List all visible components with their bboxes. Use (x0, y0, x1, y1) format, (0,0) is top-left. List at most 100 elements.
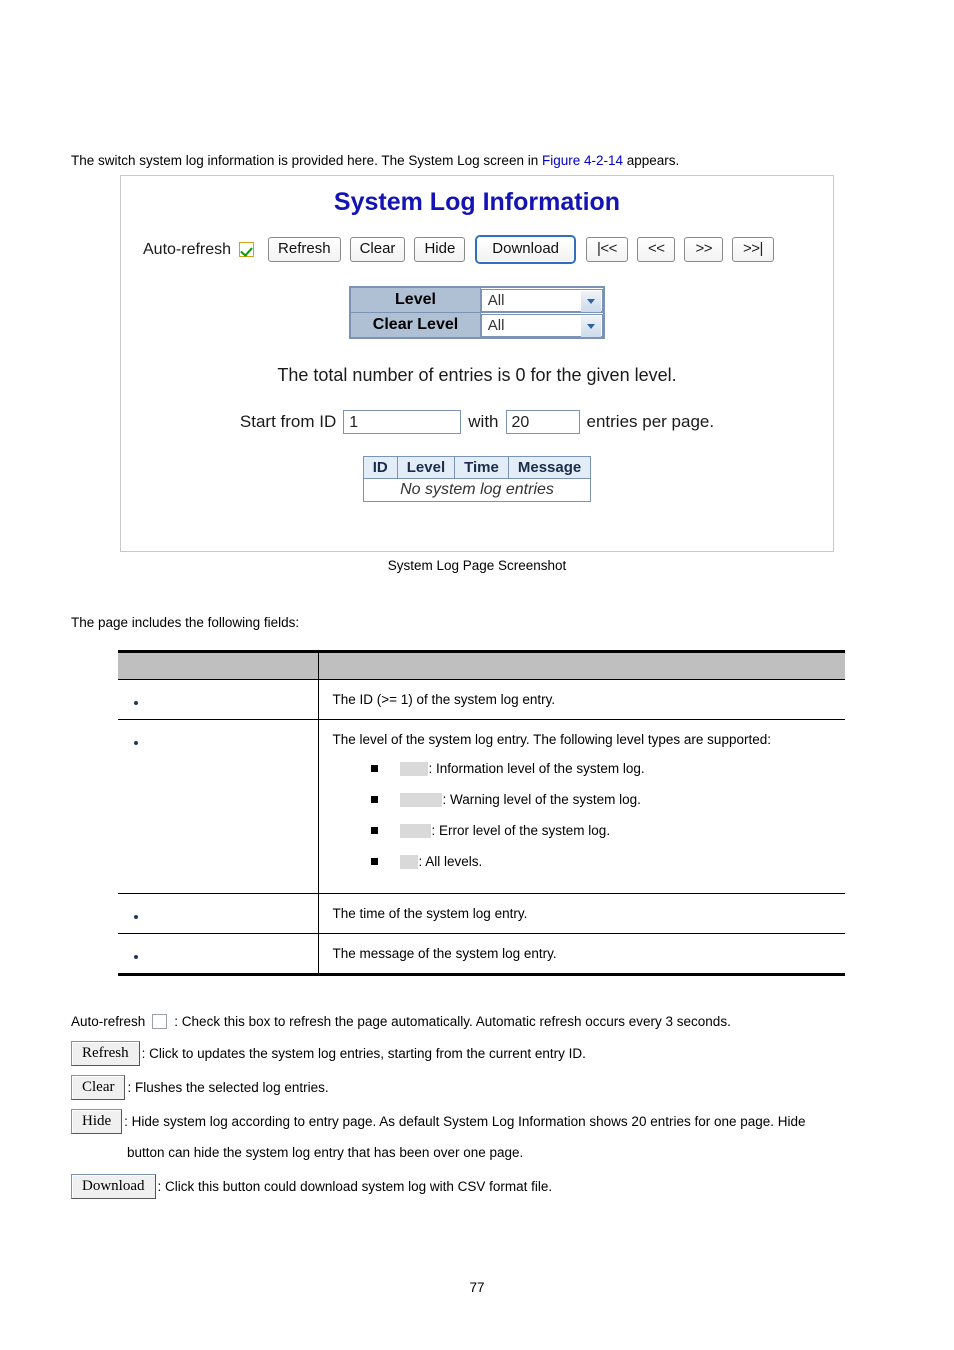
nav-prev-button[interactable]: << (636, 237, 676, 262)
level-badge-placeholder (399, 823, 431, 838)
level-select[interactable]: All (480, 288, 603, 312)
field-desc-id: The ID (>= 1) of the system log entry. (318, 679, 845, 720)
intro-text-after: appears. (623, 153, 680, 168)
figure-title: System Log Information (333, 188, 621, 216)
document-page: The switch system log information is pro… (0, 0, 954, 1350)
auto-refresh-description-row: Auto-refresh : Check this box to refresh… (71, 1012, 891, 1031)
level-types-list: : Information level of the system log. :… (333, 759, 838, 871)
nav-first-button[interactable]: |<< (586, 237, 628, 262)
intro-text-before: The switch system log information is pro… (71, 153, 542, 168)
level-item-text: : Information level of the system log. (428, 761, 645, 776)
field-desc-level: The level of the system log entry. The f… (318, 719, 845, 894)
field-label-message (118, 933, 319, 975)
auto-refresh-desc-text: : Check this box to refresh the page aut… (174, 1014, 731, 1029)
chevron-down-icon[interactable] (580, 315, 601, 337)
field-desc-message: The message of the system log entry. (332, 946, 557, 961)
field-description-table-wrapper: The ID (>= 1) of the system log entry. T… (118, 650, 845, 976)
log-entries-table: ID Level Time Message No system log entr… (362, 456, 592, 502)
auto-refresh-label: Auto-refresh (143, 240, 232, 258)
intro-paragraph: The switch system log information is pro… (71, 152, 679, 170)
auto-refresh-checkbox-icon[interactable] (152, 1014, 168, 1029)
hide-desc-continuation: button can hide the system log entry tha… (127, 1145, 524, 1160)
hide-button-illustration[interactable]: Hide (71, 1109, 123, 1134)
level-filter-row: Level All (349, 286, 605, 313)
refresh-desc-text: : Click to updates the system log entrie… (141, 1046, 586, 1061)
figure-caption: System Log Page Screenshot (387, 558, 567, 573)
level-filter-section: Level All Clear Level All (121, 286, 833, 339)
bullet-icon (134, 741, 138, 746)
level-item-text: : All levels. (418, 854, 483, 869)
log-col-level: Level (396, 456, 456, 479)
list-item: : Information level of the system log. (333, 759, 838, 778)
total-entries-text: The total number of entries is 0 for the… (277, 365, 677, 385)
auto-refresh-desc-label: Auto-refresh (71, 1014, 146, 1029)
entries-per-page-label: entries per page. (586, 412, 715, 431)
field-label-level (118, 719, 319, 894)
field-label-id (118, 679, 319, 720)
level-select-cell: All (479, 286, 605, 313)
level-item-text: : Error level of the system log. (431, 823, 611, 838)
log-empty-message: No system log entries (362, 478, 592, 502)
hide-desc-text: : Hide system log according to entry pag… (124, 1114, 806, 1129)
square-bullet-icon (370, 858, 378, 865)
field-description-table: The ID (>= 1) of the system log entry. T… (118, 650, 845, 976)
bullet-icon (134, 915, 138, 920)
buttons-description-block: Auto-refresh : Check this box to refresh… (71, 1012, 891, 1208)
page-number: 77 (469, 1280, 485, 1295)
download-button[interactable]: Download (477, 237, 575, 262)
list-item: : Warning level of the system log. (333, 790, 838, 809)
clear-level-select[interactable]: All (480, 313, 603, 337)
paging-row: Start from ID 1 with 20 entries per page… (121, 410, 833, 434)
chevron-down-icon[interactable] (580, 290, 601, 312)
level-badge-placeholder (399, 792, 442, 807)
level-item-text: : Warning level of the system log. (442, 792, 641, 807)
table-row: The level of the system log entry. The f… (118, 719, 845, 894)
system-log-figure: System Log Information Auto-refresh Refr… (120, 175, 834, 552)
square-bullet-icon (370, 796, 378, 803)
start-from-id-input[interactable]: 1 (343, 410, 462, 434)
level-badge-placeholder (399, 854, 418, 869)
auto-refresh-checkbox[interactable] (239, 242, 255, 257)
field-label-time (118, 893, 319, 934)
refresh-description-row: Refresh : Click to updates the system lo… (71, 1041, 891, 1066)
download-button-illustration[interactable]: Download (71, 1174, 156, 1199)
clear-level-select-value: All (487, 316, 505, 334)
bullet-icon (134, 701, 138, 706)
level-badge-placeholder (399, 761, 428, 776)
clear-desc-text: : Flushes the selected log entries. (127, 1080, 329, 1095)
refresh-button[interactable]: Refresh (268, 237, 341, 262)
field-desc-time: The time of the system log entry. (318, 893, 845, 934)
log-table-header-row: ID Level Time Message (362, 456, 592, 479)
log-col-id: ID (362, 456, 398, 479)
entries-per-page-input[interactable]: 20 (505, 410, 580, 434)
figure-reference-link[interactable]: Figure 4-2-14 (542, 153, 623, 168)
hide-button[interactable]: Hide (414, 237, 466, 262)
clear-level-select-cell: All (479, 312, 605, 339)
refresh-button-illustration[interactable]: Refresh (71, 1041, 140, 1066)
clear-description-row: Clear : Flushes the selected log entries… (71, 1075, 891, 1100)
level-filter-table: Level All Clear Level All (349, 286, 605, 339)
square-bullet-icon (370, 765, 378, 772)
clear-level-filter-row: Clear Level All (349, 312, 605, 339)
field-table-header-description (318, 651, 845, 680)
nav-next-button[interactable]: >> (684, 237, 723, 262)
table-row: The ID (>= 1) of the system log entry. (118, 679, 845, 720)
start-from-id-label: Start from ID (239, 412, 337, 431)
includes-text: The page includes the following fields: (71, 615, 300, 630)
log-col-message: Message (507, 456, 592, 479)
download-description-row: Download : Click this button could downl… (71, 1174, 891, 1199)
level-filter-label: Level (349, 286, 481, 313)
list-item: : All levels. (333, 852, 838, 871)
log-entries-section: ID Level Time Message No system log entr… (121, 456, 833, 502)
download-desc-text: : Click this button could download syste… (157, 1179, 553, 1194)
log-col-time: Time (454, 456, 509, 479)
table-row: The time of the system log entry. (118, 893, 845, 934)
nav-last-button[interactable]: >>| (732, 237, 774, 262)
clear-button-illustration[interactable]: Clear (71, 1075, 126, 1100)
figure-toolbar: Auto-refresh Refresh Clear Hide Download… (121, 237, 833, 262)
table-row: The message of the system log entry. (118, 933, 845, 975)
clear-button[interactable]: Clear (349, 237, 406, 262)
bullet-icon (134, 955, 138, 960)
field-desc-level-text: The level of the system log entry. The f… (332, 732, 771, 747)
clear-level-filter-label: Clear Level (349, 312, 481, 339)
